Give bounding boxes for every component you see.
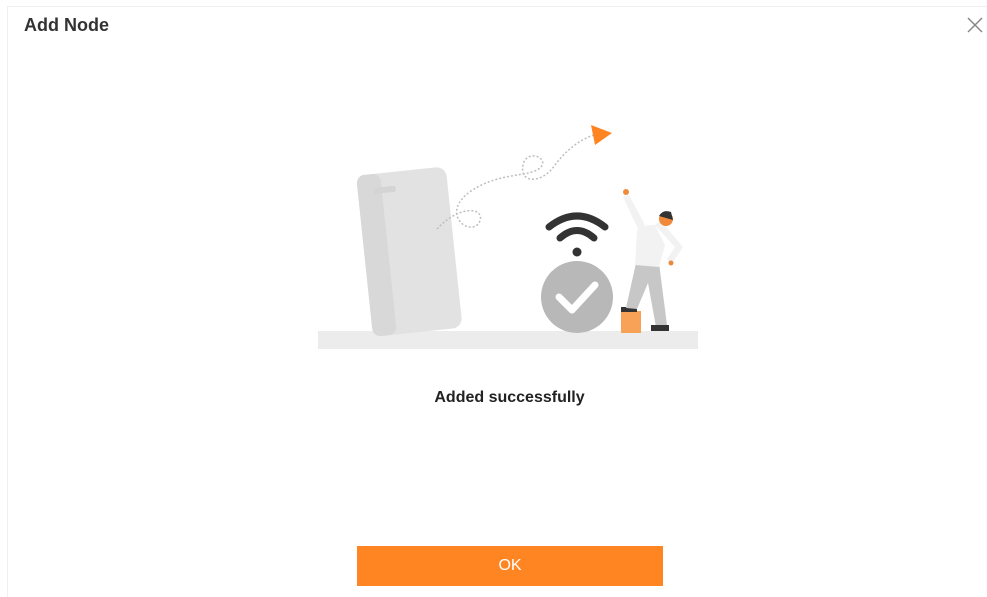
person-icon [621,189,683,333]
ok-button[interactable]: OK [357,546,663,586]
phone-icon [356,167,462,337]
success-message: Added successfully [434,389,585,406]
add-node-dialog: Add Node Added successfully OK [7,6,987,597]
check-icon [541,261,613,333]
arrow-icon [591,125,612,145]
close-button[interactable] [963,13,987,37]
close-icon [967,17,983,33]
dialog-title: Add Node [24,15,109,35]
wifi-icon [545,212,609,257]
success-illustration [318,125,698,349]
